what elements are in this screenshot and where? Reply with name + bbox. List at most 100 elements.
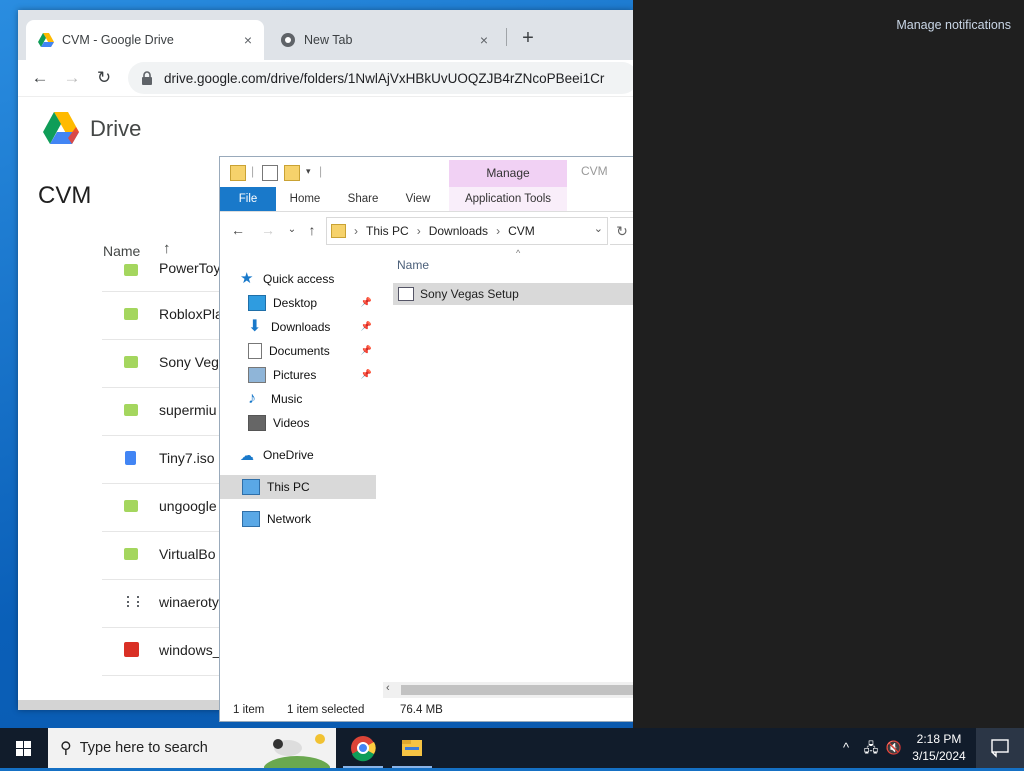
chevron-right-icon: › [496, 224, 501, 238]
network-icon [242, 511, 260, 527]
nav-this-pc[interactable]: This PC [220, 475, 376, 499]
quick-access-toolbar: | ▾ | Manage CVM [220, 157, 634, 187]
green-file-icon [124, 500, 138, 512]
toolbar-divider: | [251, 164, 255, 178]
tab-new-tab[interactable]: New Tab × [268, 20, 500, 60]
address-bar[interactable]: drive.google.com/drive/folders/1NwlAjVxH… [128, 62, 633, 94]
archive-icon [127, 596, 139, 607]
back-arrow-icon[interactable]: ← [28, 66, 52, 90]
close-tab-icon[interactable]: × [476, 32, 492, 48]
star-icon: ★ [240, 270, 254, 287]
breadcrumb-this-pc[interactable]: This PC [366, 224, 409, 238]
customize-toolbar-icon[interactable]: ▾ [306, 166, 311, 177]
tab-separator [506, 28, 507, 46]
url-text: drive.google.com/drive/folders/1NwlAjVxH… [164, 70, 605, 86]
tab-strip: CVM - Google Drive × New Tab × + [18, 10, 633, 60]
taskbar-file-explorer[interactable] [388, 728, 436, 768]
drive-brand-label[interactable]: Drive [90, 116, 141, 142]
nav-desktop[interactable]: Desktop 📌 [248, 291, 376, 315]
window-title: CVM [581, 164, 608, 178]
show-hidden-icons-icon[interactable]: ^ [836, 728, 856, 768]
nav-label: Music [271, 392, 303, 406]
file-name: Sony Veg [159, 354, 219, 370]
tab-google-drive[interactable]: CVM - Google Drive × [26, 20, 264, 60]
nav-videos[interactable]: Videos [248, 411, 376, 435]
green-file-icon [124, 356, 138, 368]
google-drive-favicon-icon [38, 33, 54, 47]
new-tab-button[interactable]: + [514, 24, 542, 52]
folder-title[interactable]: CVM [38, 182, 91, 210]
nav-documents[interactable]: Documents 📌 [248, 339, 376, 363]
pin-icon[interactable]: 📌 [361, 369, 372, 380]
nav-downloads[interactable]: ⬇ Downloads 📌 [248, 315, 376, 339]
status-size: 76.4 MB [400, 704, 443, 716]
taskbar: ⚲ Type here to search ^ 🖧 🔇 2:18 PM 3/15… [0, 728, 1024, 768]
manage-notifications-link[interactable]: Manage notifications [896, 18, 1011, 32]
tab-file[interactable]: File [220, 187, 276, 211]
google-drive-logo-icon[interactable] [42, 111, 80, 145]
tab-share[interactable]: Share [340, 187, 386, 211]
start-button[interactable] [0, 728, 48, 768]
recent-locations-icon[interactable]: ⌄ [282, 219, 302, 241]
tab-view[interactable]: View [396, 187, 440, 211]
close-tab-icon[interactable]: × [240, 32, 256, 48]
forward-arrow-icon[interactable]: → [60, 66, 84, 90]
clock[interactable]: 2:18 PM 3/15/2024 [904, 731, 974, 765]
green-file-icon [124, 548, 138, 560]
nav-music[interactable]: ♪ Music [248, 387, 376, 411]
refresh-icon[interactable]: ↻ [610, 217, 634, 245]
network-status-icon[interactable]: 🖧 [860, 728, 882, 768]
tab-home[interactable]: Home [282, 187, 328, 211]
folder-icon [230, 165, 246, 181]
nav-label: Videos [273, 416, 310, 430]
tab-application-tools[interactable]: Application Tools [449, 187, 567, 211]
pin-icon[interactable]: 📌 [361, 345, 372, 356]
clock-time: 2:18 PM [916, 732, 962, 746]
nav-label: Documents [269, 344, 330, 358]
nav-label: Desktop [273, 296, 318, 310]
ribbon-tabs: File Home Share View Application Tools [220, 187, 634, 212]
properties-icon[interactable] [262, 165, 278, 181]
music-note-icon: ♪ [248, 390, 256, 407]
back-arrow-icon[interactable]: ← [228, 219, 248, 241]
document-icon [248, 343, 262, 359]
action-center-button[interactable] [976, 728, 1024, 768]
status-item-count: 1 item [233, 704, 265, 716]
name-column-header[interactable]: Name [397, 258, 429, 272]
forward-arrow-icon[interactable]: → [258, 219, 278, 241]
nav-label: Pictures [273, 368, 317, 382]
pin-icon[interactable]: 📌 [361, 321, 372, 332]
nav-label: Network [267, 512, 312, 526]
nav-network[interactable]: Network [242, 507, 398, 531]
breadcrumb-downloads[interactable]: Downloads [429, 224, 488, 238]
nav-quick-access[interactable]: ★ Quick access [240, 267, 396, 291]
file-explorer-window: | ▾ | Manage CVM File Home Share View Ap… [219, 156, 634, 722]
nav-label: This PC [267, 480, 310, 494]
pin-icon[interactable]: 📌 [361, 297, 372, 308]
blue-doc-icon [125, 451, 136, 465]
sort-ascending-icon[interactable]: ↑ [163, 240, 171, 257]
nav-pictures[interactable]: Pictures 📌 [248, 363, 376, 387]
green-file-icon [124, 264, 138, 276]
volume-muted-icon[interactable]: 🔇 [884, 728, 904, 768]
status-bar: 1 item 1 item selected 76.4 MB [220, 701, 634, 721]
chevron-right-icon: › [354, 224, 358, 238]
name-column-header[interactable]: Name [103, 243, 140, 259]
nav-label: Downloads [271, 320, 331, 334]
taskbar-search-box[interactable]: ⚲ Type here to search [48, 728, 336, 768]
chevron-down-icon[interactable]: ⌄ [594, 222, 603, 235]
file-item-selected[interactable]: Sony Vegas Setup [393, 283, 633, 305]
horizontal-scrollbar[interactable]: ‹ [383, 682, 634, 698]
taskbar-chrome[interactable] [339, 728, 387, 768]
explorer-address-bar[interactable]: › This PC › Downloads › CVM ⌄ [326, 217, 608, 245]
manage-contextual-tab[interactable]: Manage [449, 160, 567, 187]
green-file-icon [124, 308, 138, 320]
new-folder-icon[interactable] [284, 165, 300, 181]
up-arrow-icon[interactable]: ↑ [302, 219, 322, 241]
film-icon [248, 415, 266, 431]
reload-icon[interactable]: ↻ [92, 66, 116, 90]
breadcrumb-cvm[interactable]: CVM [508, 224, 535, 238]
scrollbar-thumb[interactable] [401, 685, 633, 695]
nav-onedrive[interactable]: ☁ OneDrive [240, 443, 396, 467]
scroll-left-icon[interactable]: ‹ [386, 682, 390, 694]
